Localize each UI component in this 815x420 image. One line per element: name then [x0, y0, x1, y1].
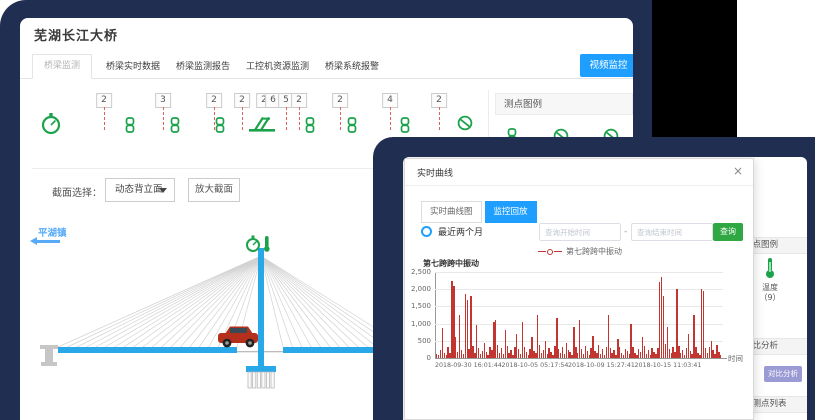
realtime-curve-dialog: 实时曲线 × 实时曲线图监控回放 最近两个月 - 查询 第七跨跨中振动 第七跨跨…: [404, 158, 754, 420]
pylon-footing: [246, 366, 276, 372]
sensor-count-badge: 2: [206, 93, 222, 108]
bridge-deck-left[interactable]: [58, 347, 237, 353]
sensor-count-badge: 2: [96, 93, 112, 108]
left-pier: [40, 345, 58, 366]
section-select-dropdown[interactable]: 动态背立面: [105, 178, 175, 202]
sensor-count-badge: 4: [382, 93, 398, 108]
black-backdrop: [652, 0, 737, 137]
radio-selected-icon: [421, 226, 432, 237]
screenshot-stage: 芜湖长江大桥 桥梁监测桥梁实时数据桥梁监测报告工控机资源监测桥梁系统报警 视频监…: [0, 0, 815, 420]
sensor-drop-line: [104, 107, 105, 130]
section-select-label: 截面选择：: [52, 184, 102, 199]
sensor-drop-line: [340, 107, 341, 130]
chain-sensor-icon[interactable]: [213, 117, 227, 134]
y-tick-label: 2,500: [403, 268, 431, 276]
sensor-count-badge: 3: [155, 93, 171, 108]
x-axis-title: 时间: [728, 353, 743, 364]
sensor-drop-line: [163, 107, 164, 130]
chain-sensor-icon[interactable]: [345, 117, 359, 134]
sensor-count-badge: 2: [234, 93, 250, 108]
pylon-top-gauge-icon[interactable]: [247, 236, 259, 252]
y-tick-label: 0: [403, 354, 431, 362]
chain-sensor-icon[interactable]: [303, 117, 317, 134]
enlarge-section-button[interactable]: 放大截面: [188, 178, 240, 202]
sensor-count-badge: 2: [291, 93, 307, 108]
sensor-count-badge: 2: [431, 93, 447, 108]
x-axis-ticks: 2018-09-30 16:01:442018-10-05 05:17:5420…: [435, 159, 755, 420]
y-tick-label: 2,000: [403, 285, 431, 293]
chevron-down-icon: [159, 188, 167, 193]
y-tick-label: 1,000: [403, 320, 431, 328]
section-select-value: 动态背立面: [115, 184, 163, 195]
sensor-drop-line: [242, 107, 243, 130]
pylon-piles: [248, 372, 274, 388]
sensor-drop-line: [390, 107, 391, 130]
y-tick-label: 500: [403, 337, 431, 345]
disabled-sensor-icon[interactable]: [457, 115, 473, 131]
x-tick-label: 2018-09-30 16:01:44: [435, 362, 505, 369]
sensor-drop-line: [299, 107, 300, 130]
y-tick-label: 1,500: [403, 302, 431, 310]
x-tick-label: 2018-10-05 05:17:54: [502, 362, 572, 369]
compare-analysis-button[interactable]: 对比分析: [764, 366, 802, 382]
pylon-top-thermometer-icon[interactable]: [264, 236, 270, 252]
sensor-count-badge: 2: [332, 93, 348, 108]
chain-sensor-icon[interactable]: [398, 117, 412, 134]
sensor-drop-line: [286, 107, 287, 130]
overlay-window: 测点图例 温度 （9） 对比分析 对比分析 监测点列表 实时曲线 × 实: [403, 157, 807, 420]
chain-sensor-icon[interactable]: [123, 117, 137, 134]
thermometer-icon: [763, 257, 777, 279]
bridge-pylon[interactable]: [258, 248, 264, 370]
bridge-schematic: [20, 230, 410, 420]
x-tick-label: 2018-10-15 11:03:41: [635, 362, 705, 369]
sensor-drop-line: [439, 107, 440, 130]
gauge-sensor-icon[interactable]: [40, 112, 62, 135]
background-window-corner: [737, 0, 815, 137]
x-tick-label: 2018-10-09 15:27:41: [568, 362, 638, 369]
bridge-sensor-icon[interactable]: [249, 115, 275, 133]
chain-sensor-icon[interactable]: [168, 117, 182, 134]
legend-panel-header: 测点图例: [495, 93, 633, 115]
